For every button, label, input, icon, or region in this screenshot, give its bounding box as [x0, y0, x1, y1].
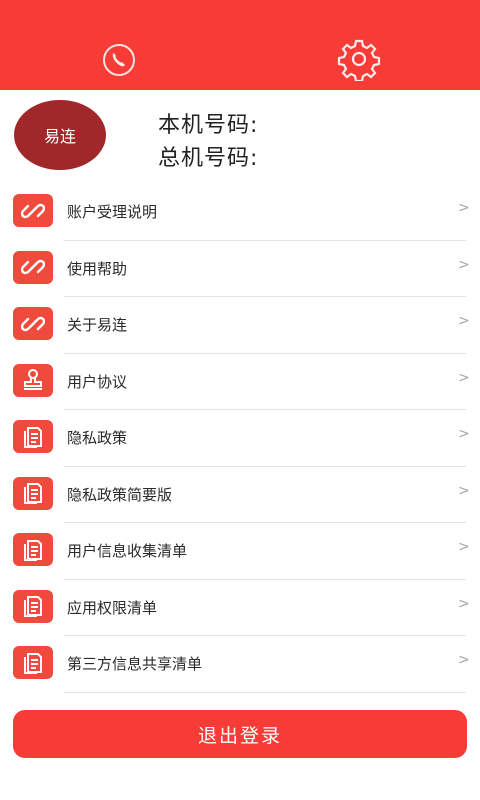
link-icon: [13, 307, 53, 340]
menu-item[interactable]: 用户协议 >: [0, 354, 480, 410]
menu-item-label: 账户受理说明: [67, 203, 158, 221]
document-icon: [13, 646, 53, 679]
menu-item-label: 隐私政策: [67, 429, 128, 447]
avatar-text: 易连: [43, 127, 76, 146]
menu-item[interactable]: 用户信息收集清单 >: [0, 523, 480, 580]
menu-item[interactable]: 应用权限清单 >: [0, 580, 480, 636]
avatar: 易连: [14, 100, 106, 170]
chevron-right-icon: >: [458, 652, 470, 668]
link-icon: [13, 194, 53, 227]
document-icon: [13, 476, 53, 510]
chevron-right-icon: >: [458, 369, 470, 386]
stamp-icon: [13, 363, 53, 397]
main-number-label: 总机号码:: [158, 146, 259, 171]
menu-item[interactable]: 使用帮助 >: [0, 241, 480, 297]
chevron-right-icon: >: [458, 426, 470, 442]
menu-item-label: 应用权限清单: [67, 598, 158, 617]
document-icon: [13, 589, 53, 623]
chevron-right-icon: >: [458, 200, 470, 216]
menu-item[interactable]: 关于易连 >: [0, 297, 480, 354]
top-header: [0, 0, 480, 90]
menu-item-label: 使用帮助: [67, 259, 128, 278]
settings-menu: 账户受理说明 > 使用帮助 > 关于易连 > 用户协议 > 隐私政策 > 隐私政策简要版 > 用户信息收…: [0, 184, 480, 693]
phone-icon[interactable]: [101, 42, 137, 78]
menu-item[interactable]: 账户受理说明 >: [0, 184, 480, 241]
document-icon: [13, 533, 53, 566]
gear-icon[interactable]: [335, 37, 383, 81]
document-icon: [13, 420, 53, 453]
divider: [64, 691, 466, 693]
menu-item[interactable]: 隐私政策 >: [0, 410, 480, 467]
menu-item-label: 用户协议: [67, 372, 128, 391]
chevron-right-icon: >: [458, 256, 470, 273]
chevron-right-icon: >: [458, 482, 470, 499]
logout-button[interactable]: 退出登录: [13, 710, 467, 758]
menu-item-label: 第三方信息共享清单: [67, 655, 203, 673]
menu-item[interactable]: 隐私政策简要版 >: [0, 467, 480, 523]
chevron-right-icon: >: [458, 595, 470, 612]
menu-item-label: 用户信息收集清单: [67, 542, 188, 560]
link-icon: [13, 250, 53, 284]
chevron-right-icon: >: [458, 539, 470, 555]
menu-item-label: 隐私政策简要版: [67, 485, 173, 504]
menu-item[interactable]: 第三方信息共享清单 >: [0, 636, 480, 693]
menu-item-label: 关于易连: [67, 316, 128, 334]
local-number-label: 本机号码:: [158, 113, 259, 138]
chevron-right-icon: >: [458, 313, 470, 329]
